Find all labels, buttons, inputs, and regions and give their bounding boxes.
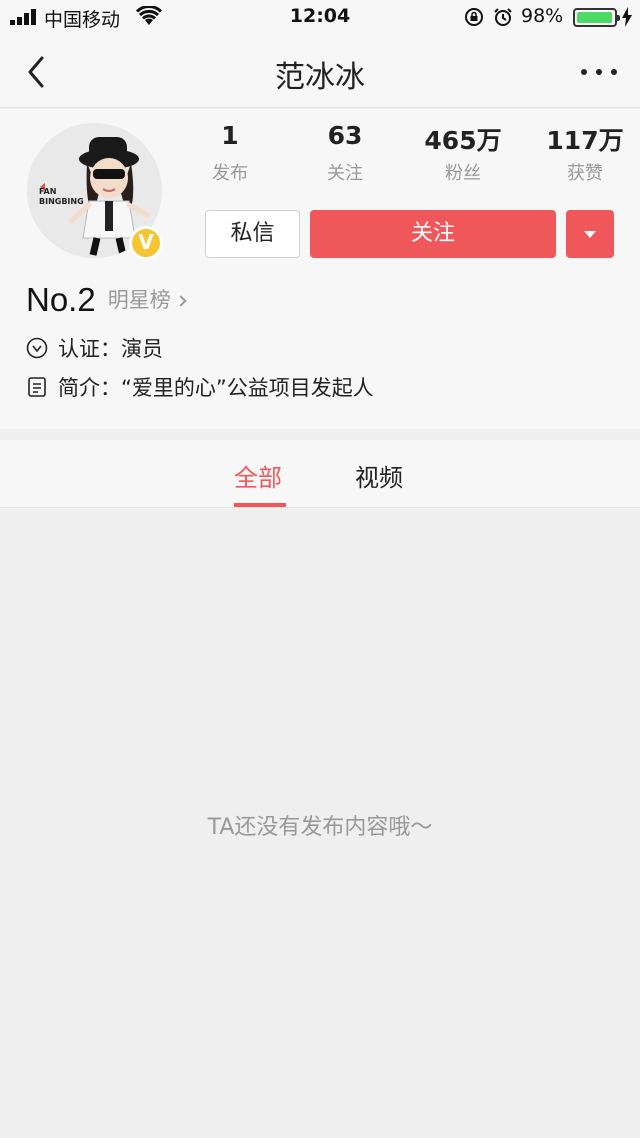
stat-label: 粉丝: [445, 163, 481, 184]
stat-posts[interactable]: 1 发布: [190, 121, 270, 185]
stat-likes[interactable]: 117万 获赞: [545, 121, 625, 185]
alarm-icon: [494, 8, 512, 26]
verified-badge-icon: V: [129, 226, 163, 260]
stat-label: 获赞: [567, 163, 603, 184]
stat-value: 465万: [424, 126, 502, 155]
rank-list-label: 明星榜: [107, 288, 171, 312]
verification-text: 认证：演员: [58, 337, 163, 361]
stat-label: 发布: [212, 163, 248, 184]
stat-label: 关注: [327, 163, 363, 184]
rotation-lock-icon: [465, 8, 483, 26]
status-bar: 中国移动 12:04 98%: [0, 0, 640, 36]
document-icon: [28, 377, 46, 397]
more-options-icon[interactable]: [578, 60, 620, 84]
avatar-caption: FAN BINGBING: [39, 187, 84, 206]
chevron-right-icon: [175, 295, 187, 307]
profile-header: FAN BINGBING V 1 发布 63 关注 465万 粉丝 117万 获…: [0, 109, 640, 429]
page-title: 范冰冰: [275, 60, 365, 95]
stat-value: 63: [327, 121, 363, 150]
stat-following[interactable]: 63 关注: [305, 121, 385, 185]
follow-dropdown-button[interactable]: [566, 210, 614, 258]
stat-value: 1: [221, 121, 239, 150]
tab-all[interactable]: 全部: [234, 458, 282, 493]
rank-number: No.2: [26, 281, 96, 318]
empty-state-message: TA还没有发布内容哦～: [207, 815, 433, 840]
battery-level: [577, 12, 613, 23]
stat-followers[interactable]: 465万 粉丝: [423, 121, 503, 185]
charging-icon: [622, 7, 632, 27]
battery-percent: 98%: [521, 5, 564, 27]
verified-check-icon: [26, 337, 48, 359]
nav-bar: 范冰冰: [0, 36, 640, 108]
chevron-down-icon: [584, 231, 596, 238]
message-button[interactable]: 私信: [205, 210, 300, 258]
intro-text: 简介：“爱里的心”公益项目发起人: [58, 376, 374, 400]
content-tabs: 全部 视频: [0, 440, 640, 508]
follow-button[interactable]: 关注: [310, 210, 556, 258]
battery-tip: [617, 15, 620, 21]
battery-icon: [573, 8, 620, 27]
star-ranking-link[interactable]: No.2 明星榜: [26, 281, 187, 321]
tab-video[interactable]: 视频: [355, 458, 403, 493]
stat-value: 117万: [546, 126, 624, 155]
active-tab-indicator: [234, 503, 286, 507]
